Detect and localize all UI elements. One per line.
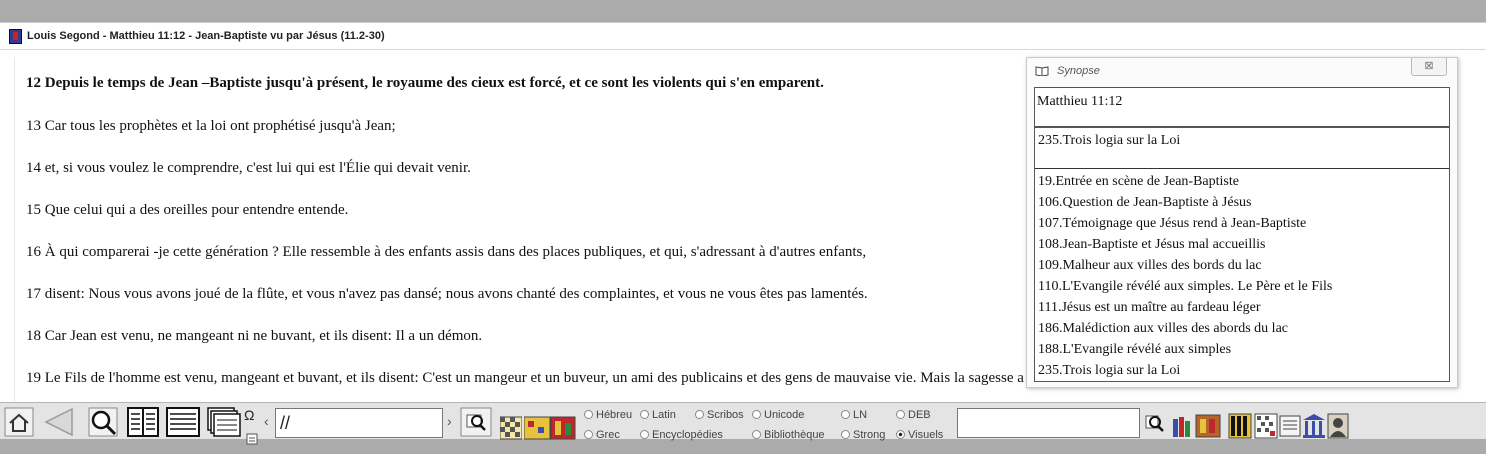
- window-titlebar[interactable]: Louis Segond - Matthieu 11:12 - Jean-Bap…: [0, 23, 1486, 50]
- verse-17[interactable]: 17 disent: Nous vous avons joué de la fl…: [26, 286, 868, 303]
- single-column-view-icon[interactable]: [166, 407, 200, 437]
- list-item[interactable]: 19.Entrée en scène de Jean-Baptiste: [1038, 174, 1239, 190]
- bookshelf-icon[interactable]: [1228, 411, 1252, 441]
- verse-12[interactable]: 12 Depuis le temps de Jean –Baptiste jus…: [26, 75, 824, 92]
- chessboard-icon[interactable]: [500, 413, 522, 443]
- temple-columns-icon[interactable]: [1302, 411, 1326, 441]
- verse-19[interactable]: 19 Le Fils de l'homme est venu, mangeant…: [26, 370, 1193, 387]
- cascade-windows-icon[interactable]: [207, 407, 241, 437]
- radio-dot: [640, 410, 649, 419]
- home-icon[interactable]: [4, 407, 34, 437]
- synopsis-title: Synopse: [1057, 65, 1100, 77]
- secondary-search-input[interactable]: [957, 408, 1140, 438]
- portrait-icon[interactable]: [1327, 411, 1349, 441]
- nav-next-button[interactable]: ›: [447, 413, 452, 429]
- verse-18[interactable]: 18 Car Jean est venu, ne mangeant ni ne …: [26, 328, 482, 345]
- synopsis-panel: Synopse ⊠ Matthieu 11:12 235.Trois logia…: [1026, 57, 1458, 388]
- verse-16[interactable]: 16 À qui comparerai -je cette génération…: [26, 244, 866, 261]
- radio-deb[interactable]: DEB: [896, 409, 931, 421]
- verse-13[interactable]: 13 Car tous les prophètes et la loi ont …: [26, 118, 396, 135]
- radio-dot: [841, 410, 850, 419]
- list-item[interactable]: 235.Trois logia sur la Loi: [1038, 363, 1180, 379]
- verse-15[interactable]: 15 Que celui qui a des oreilles pour ent…: [26, 202, 348, 219]
- divider: [1035, 168, 1449, 169]
- radio-unicode[interactable]: Unicode: [752, 409, 804, 421]
- synopsis-reference-field[interactable]: Matthieu 11:12: [1034, 87, 1450, 127]
- close-button[interactable]: ⊠: [1411, 58, 1447, 76]
- omega-button[interactable]: Ω: [244, 407, 254, 423]
- open-book-icon: [1035, 66, 1049, 76]
- list-item[interactable]: 107.Témoignage que Jésus rend à Jean-Bap…: [1038, 216, 1306, 232]
- list-item[interactable]: 108.Jean-Baptiste et Jésus mal accueilli…: [1038, 237, 1265, 253]
- radio-dot: [896, 410, 905, 419]
- text-edit-icon[interactable]: [246, 424, 258, 454]
- verse-14[interactable]: 14 et, si vous voulez le comprendre, c'e…: [26, 160, 471, 177]
- synopsis-list[interactable]: 235.Trois logia sur la Loi 19.Entrée en …: [1034, 127, 1450, 382]
- radio-bibliotheque[interactable]: Bibliothèque: [752, 429, 825, 441]
- list-item[interactable]: 109.Malheur aux villes des bords du lac: [1038, 258, 1262, 274]
- library-books-icon[interactable]: [1172, 411, 1222, 441]
- bible-app-icon: [9, 29, 22, 44]
- secondary-search-icon[interactable]: [1143, 407, 1167, 437]
- window-title: Louis Segond - Matthieu 11:12 - Jean-Bap…: [27, 30, 385, 42]
- radio-dot: [695, 410, 704, 419]
- radio-dot: [584, 410, 593, 419]
- list-item[interactable]: 111.Jésus est un maître au fardeau léger: [1038, 300, 1261, 316]
- radio-grec[interactable]: Grec: [584, 429, 620, 441]
- list-item[interactable]: 186.Malédiction aux villes des abords du…: [1038, 321, 1288, 337]
- list-item[interactable]: 110.L'Evangile révélé aux simples. Le Pè…: [1038, 279, 1332, 295]
- visual-tools-icon[interactable]: [524, 413, 576, 443]
- bottom-toolbar: Ω ‹ // › Hébreu Latin Scribos Unicode LN…: [0, 402, 1486, 445]
- two-column-view-icon[interactable]: [127, 407, 159, 437]
- back-arrow-icon[interactable]: [40, 407, 78, 437]
- radio-latin[interactable]: Latin: [640, 409, 676, 421]
- radio-strong[interactable]: Strong: [841, 429, 885, 441]
- synopsis-primary-section[interactable]: 235.Trois logia sur la Loi: [1038, 133, 1180, 149]
- scroll-document-icon[interactable]: [1279, 411, 1301, 441]
- search-go-icon[interactable]: [460, 407, 492, 437]
- search-input[interactable]: //: [275, 408, 443, 438]
- list-item[interactable]: 188.L'Evangile révélé aux simples: [1038, 342, 1231, 358]
- radio-encyclopedies[interactable]: Encyclopédies: [640, 429, 723, 441]
- synopsis-reference: Matthieu 11:12: [1037, 94, 1123, 109]
- radio-scribos[interactable]: Scribos: [695, 409, 744, 421]
- radio-visuels[interactable]: Visuels: [896, 429, 943, 441]
- search-icon[interactable]: [88, 407, 118, 437]
- grid-map-icon[interactable]: [1254, 411, 1278, 441]
- nav-prev-button[interactable]: ‹: [264, 413, 269, 429]
- list-item[interactable]: 106.Question de Jean-Baptiste à Jésus: [1038, 195, 1251, 211]
- radio-dot: [752, 410, 761, 419]
- radio-hebreu[interactable]: Hébreu: [584, 409, 632, 421]
- radio-ln[interactable]: LN: [841, 409, 867, 421]
